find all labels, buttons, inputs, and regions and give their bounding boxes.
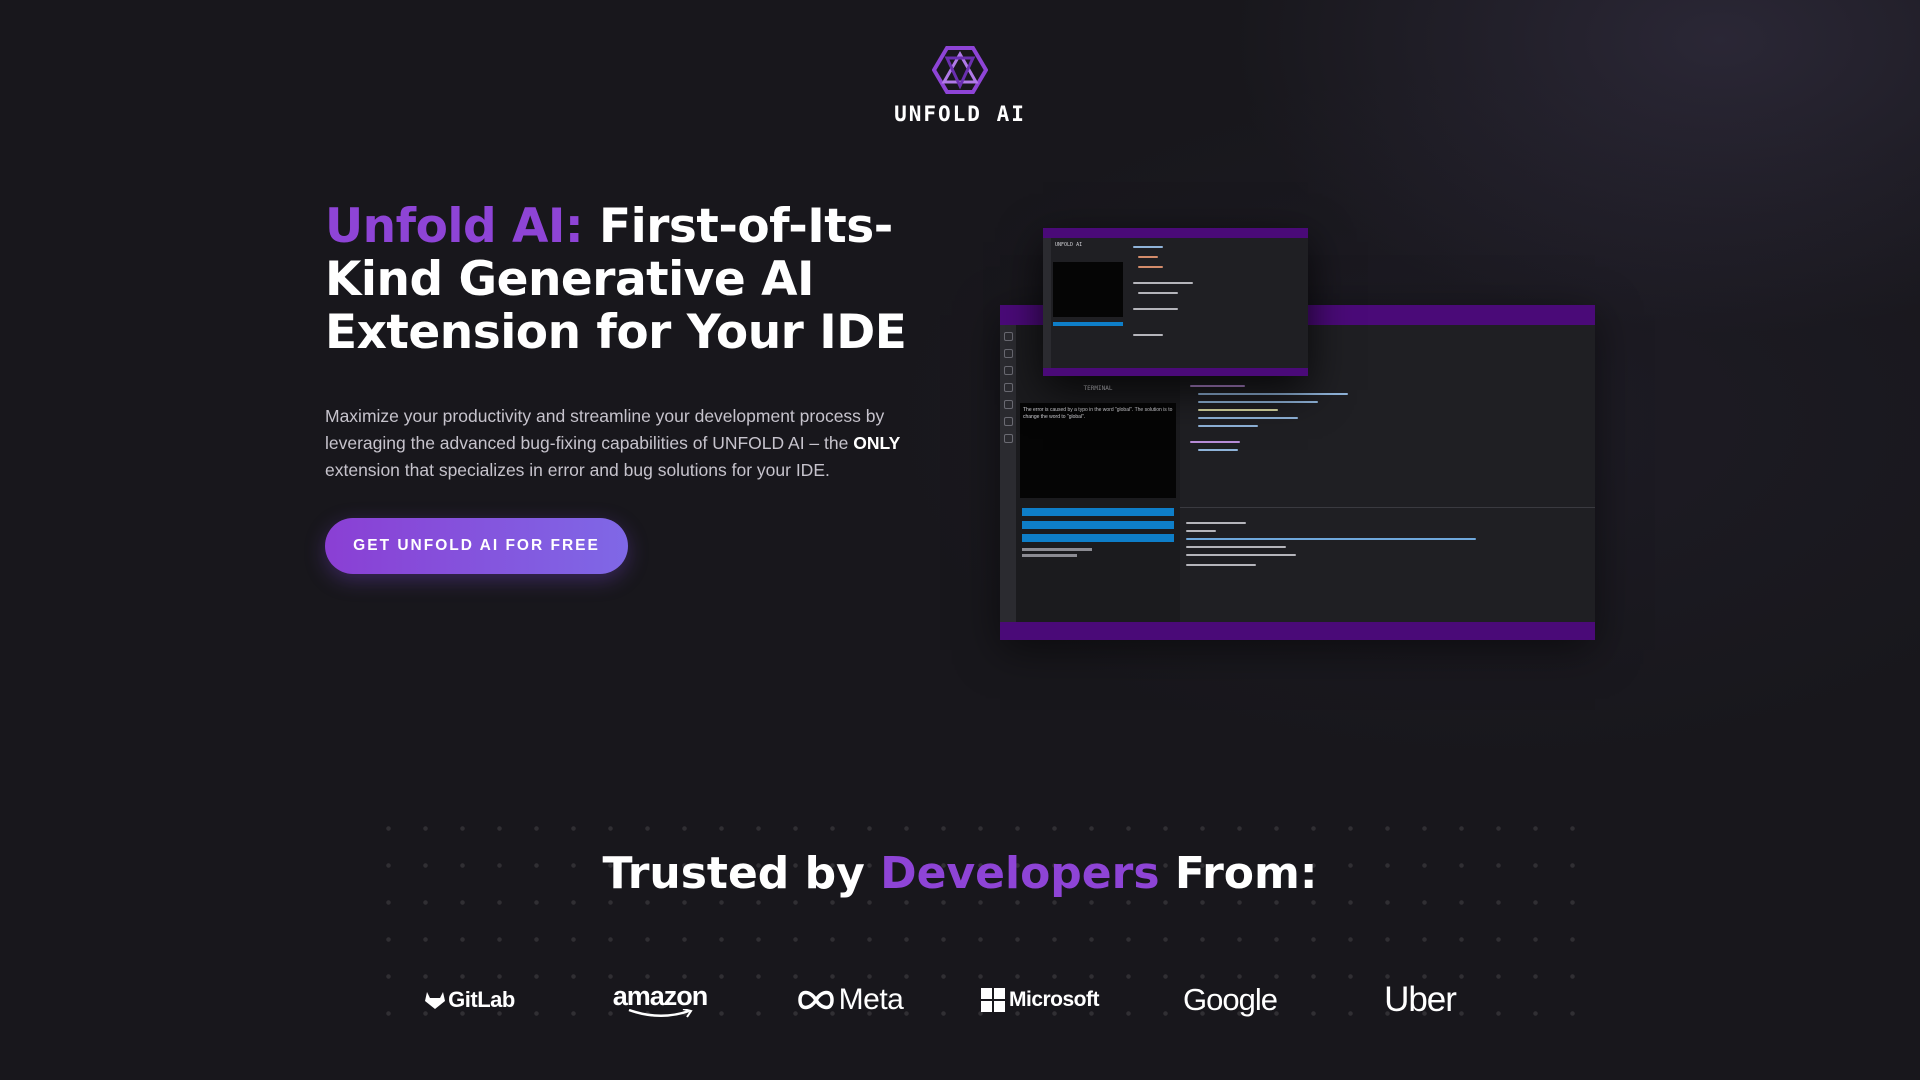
code-line — [1133, 308, 1178, 310]
ide-window-small: UNFOLD AI — [1043, 238, 1308, 368]
gitlab-fox-icon — [425, 992, 446, 1009]
hero-title-accent: Unfold AI: — [325, 199, 584, 254]
code-line — [1198, 425, 1258, 427]
terminal-line — [1186, 546, 1286, 548]
hexagon-triangles-icon — [932, 46, 988, 94]
trusted-title-accent: Developers — [880, 848, 1160, 899]
source-control-icon — [1004, 366, 1013, 375]
panel-option-row — [1022, 554, 1077, 557]
settings-icon — [1004, 434, 1013, 443]
hero-desc-part1: Maximize your productivity and streamlin… — [325, 406, 885, 453]
explorer-icon — [1004, 332, 1013, 341]
microsoft-windows-icon — [981, 988, 1005, 1012]
hero-title-line1: First-of-Its- — [583, 199, 893, 254]
code-line — [1190, 441, 1240, 443]
trusted-title: Trusted by Developers From: — [0, 848, 1920, 899]
terminal-line — [1186, 564, 1256, 566]
search-icon — [1004, 349, 1013, 358]
microsoft-logo: Microsoft — [970, 975, 1110, 1025]
panel-action-bar-2 — [1022, 521, 1174, 529]
uber-wordmark: Uber — [1384, 980, 1457, 1019]
hero-title-line3: Extension for Your IDE — [325, 305, 907, 360]
code-line — [1198, 417, 1298, 419]
trusted-title-part1: Trusted by — [602, 848, 881, 899]
terminal-line — [1186, 538, 1476, 540]
ide-screenshot-small: UNFOLD AI — [1043, 228, 1308, 376]
code-line — [1138, 292, 1178, 294]
meta-wordmark: Meta — [838, 983, 904, 1016]
amazon-smile-icon — [628, 1008, 693, 1018]
extensions-icon — [1004, 400, 1013, 409]
debug-icon — [1004, 383, 1013, 392]
code-line — [1198, 393, 1348, 395]
panel-action-bar-1 — [1022, 508, 1174, 516]
hero-title: Unfold AI: First-of-Its- Kind Generative… — [325, 200, 925, 359]
code-line — [1138, 266, 1163, 268]
terminal-line — [1186, 522, 1246, 524]
code-line — [1133, 334, 1163, 336]
small-panel-box — [1053, 262, 1123, 317]
partner-logos: GitLab amazon Meta Microsoft Google Uber — [400, 975, 1540, 1025]
gitlab-wordmark: GitLab — [448, 987, 515, 1012]
meta-infinity-icon — [797, 990, 834, 1010]
microsoft-wordmark: Microsoft — [1009, 988, 1100, 1011]
trusted-title-part2: From: — [1159, 848, 1318, 899]
code-line — [1133, 282, 1193, 284]
hero-title-line2: Kind Generative AI — [325, 252, 815, 307]
amazon-logo: amazon — [590, 975, 730, 1025]
panel-output-text: The error is caused by a typo in the wor… — [1023, 407, 1173, 420]
google-logo: Google — [1160, 975, 1300, 1025]
panel-action-bar-3 — [1022, 534, 1174, 542]
code-line — [1138, 256, 1158, 258]
panel-option-row — [1022, 548, 1092, 551]
uber-logo: Uber — [1350, 975, 1490, 1025]
code-line — [1198, 449, 1238, 451]
ide-activity-bar-small — [1043, 238, 1051, 368]
get-unfold-ai-button[interactable]: GET UNFOLD AI FOR FREE — [325, 518, 628, 574]
terminal-line — [1186, 554, 1296, 556]
code-line — [1133, 246, 1163, 248]
code-line — [1198, 401, 1318, 403]
ide-activity-bar — [1000, 325, 1016, 622]
meta-logo: Meta — [780, 975, 920, 1025]
ide-terminal — [1180, 507, 1595, 622]
unfold-icon — [1004, 417, 1013, 426]
gitlab-logo: GitLab — [400, 975, 540, 1025]
logo-text: UNFOLD AI — [894, 102, 1026, 126]
code-line — [1198, 409, 1278, 411]
hero-description: Maximize your productivity and streamlin… — [325, 403, 955, 484]
google-wordmark: Google — [1183, 982, 1278, 1017]
terminal-line — [1186, 530, 1216, 532]
small-panel-bar — [1053, 322, 1123, 326]
site-logo[interactable]: UNFOLD AI — [0, 44, 1920, 126]
code-line — [1190, 385, 1245, 387]
hero-desc-part2: extension that specializes in error and … — [325, 460, 830, 480]
small-panel-title: UNFOLD AI — [1055, 242, 1083, 248]
amazon-wordmark: amazon — [612, 980, 709, 1011]
hero-desc-emphasis: ONLY — [853, 433, 901, 453]
